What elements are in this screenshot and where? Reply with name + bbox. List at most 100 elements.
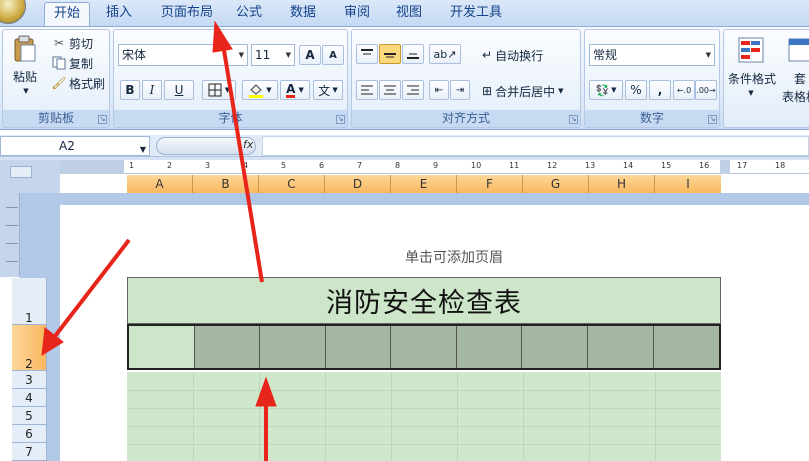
wrap-text-label: 自动换行 [495,48,544,63]
row-header-4[interactable]: 4 [12,389,47,407]
format-painter-button[interactable]: 格式刷 [69,74,109,92]
increase-decimal-button[interactable]: ←.0 [673,80,695,100]
copy-button[interactable]: 复制 [69,54,99,72]
cell-c2[interactable] [260,326,326,368]
row-header-1[interactable]: 1 [12,278,47,325]
merge-center-button[interactable]: ⊞ 合并后居中 ▼ [482,80,577,102]
column-header-g[interactable]: G [523,175,589,193]
font-launcher-icon[interactable]: ↘ [336,115,345,124]
increase-indent-button[interactable]: ⇥ [450,80,470,100]
conditional-format-button[interactable]: 条件格式 [724,70,780,86]
row-header-3[interactable]: 3 [12,371,47,389]
cell-a2[interactable] [129,326,195,368]
tab-review[interactable]: 审阅 [336,2,378,26]
tab-view[interactable]: 视图 [388,2,430,26]
conditional-format-dropdown-icon[interactable]: ▼ [746,88,756,98]
ruler-number: 1 [129,161,135,170]
table-format-icon [786,34,809,66]
column-header-c[interactable]: C [259,175,325,193]
cell-i2[interactable] [653,326,720,368]
tab-data[interactable]: 数据 [282,2,324,26]
paste-button[interactable]: 粘贴 [5,68,45,84]
number-launcher-icon[interactable]: ↘ [708,115,717,124]
tab-formulas[interactable]: 公式 [228,2,270,26]
phonetic-glyph: 文 [318,83,331,98]
align-top-button[interactable] [356,44,378,64]
cell-d2[interactable] [325,326,392,368]
align-bottom-button[interactable] [402,44,424,64]
increase-indent-icon: ⇥ [455,84,465,96]
align-center-icon [384,85,396,95]
wrap-text-button[interactable]: ↵ 自动换行 [482,44,577,66]
number-format-value: 常规 [593,48,618,62]
ruler-number: 2 [167,161,173,170]
row-header-7[interactable]: 7 [12,443,47,461]
number-group: 常规 ▼ 💱 ▼ % , ←.0 .00→ 数字 ↘ [584,29,720,128]
cell-g2[interactable] [522,326,588,368]
format-painter-icon: 🖌 [51,76,67,90]
font-size-combo[interactable]: 11 ▼ [251,44,295,66]
cut-button[interactable]: 剪切 [69,34,99,52]
ruler-margin-right [720,160,730,174]
decrease-decimal-button[interactable]: .00→ [695,80,717,100]
percent-button[interactable]: % [625,80,647,100]
ruler-number: 3 [205,161,211,170]
clipboard-launcher-icon[interactable]: ↘ [98,115,107,124]
cell-grid[interactable] [127,372,721,461]
orientation-button[interactable]: ab↗ [429,44,461,64]
row-header-6[interactable]: 6 [12,425,47,443]
grow-font-button[interactable]: A [299,45,321,65]
ruler-margin-left [60,160,124,174]
cell-e2[interactable] [391,326,457,368]
phonetic-button[interactable]: 文 ▼ [313,80,343,100]
table-format-label[interactable]: 套 [794,70,809,86]
bold-button[interactable]: B [120,80,140,100]
number-format-combo[interactable]: 常规 ▼ [589,44,715,66]
cell-f2[interactable] [456,326,523,368]
column-header-b[interactable]: B [193,175,259,193]
font-color-button[interactable]: A ▼ [280,80,310,100]
column-header-d[interactable]: D [325,175,391,193]
tab-page-layout[interactable]: 页面布局 [154,2,220,26]
page-header-hint[interactable]: 单击可添加页眉 [405,247,503,267]
borders-button[interactable]: ▼ [202,80,236,100]
align-left-button[interactable] [356,80,378,100]
tab-developer[interactable]: 开发工具 [443,2,509,26]
column-header-f[interactable]: F [457,175,523,193]
column-header-a[interactable]: A [127,175,193,193]
font-size-value: 11 [255,48,271,62]
decrease-indent-button[interactable]: ⇤ [429,80,449,100]
align-middle-button[interactable] [379,44,401,64]
cell-b2[interactable] [194,326,261,368]
column-header-i[interactable]: I [655,175,721,193]
ruler-number: 12 [547,161,558,170]
fill-color-button[interactable]: ▼ [242,80,278,100]
cell-h2[interactable] [587,326,654,368]
align-center-button[interactable] [379,80,401,100]
italic-button[interactable]: I [142,80,162,100]
shrink-font-button[interactable]: A [322,45,344,65]
font-name-combo[interactable]: 宋体 ▼ [118,44,248,66]
name-box[interactable]: A2 ▼ [0,136,150,156]
orientation-icon: ab↗ [433,47,457,61]
ruler-number: 9 [433,161,439,170]
comma-button[interactable]: , [649,80,671,100]
select-all-corner[interactable] [10,166,32,178]
row-header-2[interactable]: 2 [12,325,47,371]
office-button[interactable] [0,0,26,24]
tab-home[interactable]: 开始 [44,2,90,26]
table-format-label-2[interactable]: 表格格 [782,88,809,104]
sheet-title-cell[interactable]: 消防安全检查表 [127,277,721,324]
accounting-format-button[interactable]: 💱 ▼ [589,80,623,100]
column-header-h[interactable]: H [589,175,655,193]
align-right-button[interactable] [402,80,424,100]
paste-dropdown-icon[interactable]: ▼ [21,86,31,96]
ruler-number: 8 [395,161,401,170]
insert-function-button[interactable]: fx [156,137,256,155]
tab-insert[interactable]: 插入 [98,2,140,26]
formula-input[interactable] [262,136,809,156]
column-header-e[interactable]: E [391,175,457,193]
row-header-5[interactable]: 5 [12,407,47,425]
underline-button[interactable]: U [164,80,194,100]
alignment-launcher-icon[interactable]: ↘ [569,115,578,124]
